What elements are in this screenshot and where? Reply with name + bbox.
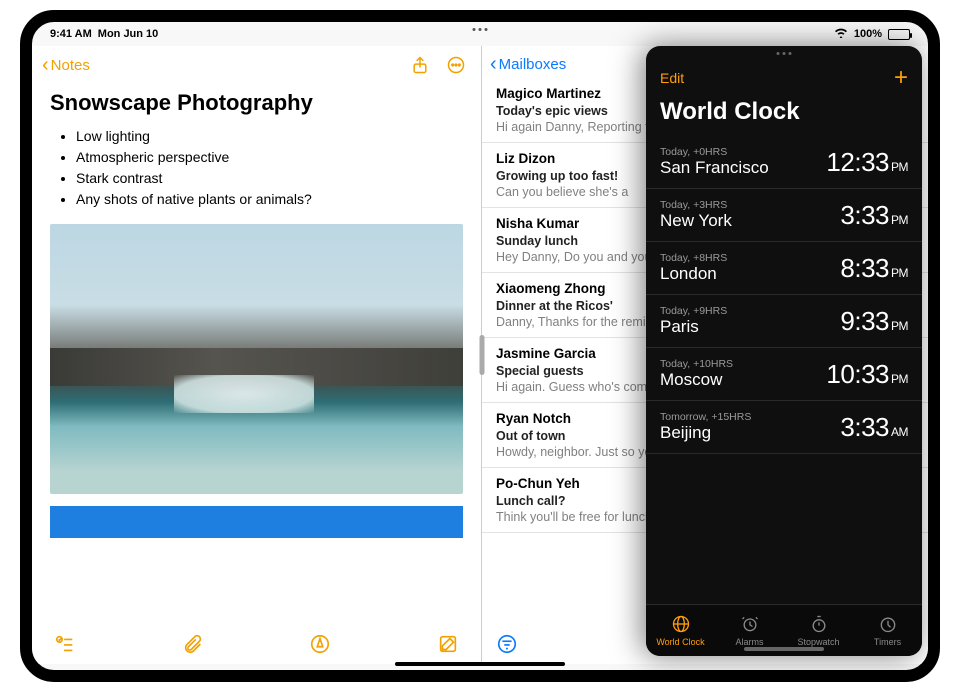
note-bullet-list: Low lighting Atmospheric perspective Sta… — [50, 126, 463, 210]
clock-row[interactable]: Today, +9HRS Paris 9:33PM — [646, 295, 922, 348]
clock-time: 8:33 — [840, 253, 889, 284]
note-bullet: Low lighting — [76, 126, 463, 147]
clock-ampm: PM — [891, 160, 908, 174]
clock-offset: Today, +9HRS — [660, 305, 727, 317]
clock-city: London — [660, 264, 727, 284]
note-content[interactable]: Snowscape Photography Low lighting Atmos… — [32, 80, 481, 624]
clock-offset: Today, +3HRS — [660, 199, 732, 211]
clock-city: Beijing — [660, 423, 751, 443]
tab-timers[interactable]: Timers — [853, 605, 922, 656]
tab-label: Timers — [874, 637, 901, 647]
ipad-frame: 9:41 AM Mon Jun 10 100% ‹ Notes — [20, 10, 940, 682]
clock-time: 3:33 — [840, 412, 889, 443]
notes-app-pane: ‹ Notes Snowscape Photography Low lighti… — [32, 46, 482, 664]
clock-city: Moscow — [660, 370, 733, 390]
checklist-icon[interactable] — [52, 631, 78, 657]
clock-time: 12:33 — [826, 147, 889, 178]
share-icon[interactable] — [409, 54, 431, 76]
notes-back-label: Notes — [51, 57, 90, 74]
split-divider-handle[interactable] — [480, 335, 485, 375]
mail-back-button[interactable]: ‹ Mailboxes — [490, 54, 566, 74]
tab-world-clock[interactable]: World Clock — [646, 605, 715, 656]
compose-icon[interactable] — [435, 631, 461, 657]
clock-slideover-panel: Edit + World Clock Today, +0HRS San Fran… — [646, 46, 922, 656]
note-bullet: Any shots of native plants or animals? — [76, 189, 463, 210]
clock-ampm: PM — [891, 266, 908, 280]
clock-offset: Today, +8HRS — [660, 252, 727, 264]
clock-ampm: PM — [891, 213, 908, 227]
multitask-dots-icon[interactable] — [473, 28, 488, 31]
slideover-home-indicator — [744, 647, 824, 651]
chevron-left-icon: ‹ — [42, 55, 49, 75]
note-image-continued — [50, 506, 463, 538]
clock-city: New York — [660, 211, 732, 231]
clock-city: Paris — [660, 317, 727, 337]
clock-city: San Francisco — [660, 158, 769, 178]
clock-row[interactable]: Tomorrow, +15HRS Beijing 3:33AM — [646, 401, 922, 454]
stopwatch-icon — [809, 614, 829, 634]
tab-label: World Clock — [656, 637, 704, 647]
mail-back-label: Mailboxes — [499, 56, 567, 73]
status-bar: 9:41 AM Mon Jun 10 100% — [32, 22, 928, 46]
alarm-icon — [740, 614, 760, 634]
clock-row[interactable]: Today, +10HRS Moscow 10:33PM — [646, 348, 922, 401]
clock-ampm: PM — [891, 319, 908, 333]
wifi-icon — [834, 27, 848, 41]
slideover-handle-icon[interactable] — [777, 52, 792, 55]
clock-ampm: PM — [891, 372, 908, 386]
tab-label: Stopwatch — [797, 637, 839, 647]
markup-icon[interactable] — [307, 631, 333, 657]
note-bullet: Atmospheric perspective — [76, 147, 463, 168]
clock-add-button[interactable]: + — [894, 66, 908, 90]
clock-ampm: AM — [891, 425, 908, 439]
clock-time: 9:33 — [840, 306, 889, 337]
clock-row[interactable]: Today, +8HRS London 8:33PM — [646, 242, 922, 295]
attachment-icon[interactable] — [180, 631, 206, 657]
note-bullet: Stark contrast — [76, 168, 463, 189]
note-title: Snowscape Photography — [50, 90, 463, 116]
mail-app-pane: ‹ Mailboxes Magico Martinez Today's epic… — [482, 46, 928, 664]
chevron-left-icon: ‹ — [490, 54, 497, 74]
status-time: 9:41 AM — [50, 28, 92, 40]
clock-offset: Today, +10HRS — [660, 358, 733, 370]
clock-time: 10:33 — [826, 359, 889, 390]
clock-title: World Clock — [646, 94, 922, 136]
notes-back-button[interactable]: ‹ Notes — [42, 55, 90, 75]
clock-offset: Tomorrow, +15HRS — [660, 411, 751, 423]
clock-edit-button[interactable]: Edit — [660, 70, 684, 86]
note-image[interactable] — [50, 224, 463, 494]
globe-icon — [671, 614, 691, 634]
battery-percent: 100% — [854, 28, 882, 40]
clock-row[interactable]: Today, +3HRS New York 3:33PM — [646, 189, 922, 242]
notes-toolbar — [32, 624, 481, 664]
clock-offset: Today, +0HRS — [660, 146, 769, 158]
clock-row[interactable]: Today, +0HRS San Francisco 12:33PM — [646, 136, 922, 189]
timer-icon — [878, 614, 898, 634]
filter-icon[interactable] — [496, 633, 518, 655]
battery-icon — [888, 29, 910, 40]
more-icon[interactable] — [445, 54, 467, 76]
clock-time: 3:33 — [840, 200, 889, 231]
split-view: ‹ Notes Snowscape Photography Low lighti… — [32, 46, 928, 664]
status-date: Mon Jun 10 — [98, 28, 159, 40]
tab-label: Alarms — [735, 637, 763, 647]
home-indicator[interactable] — [395, 662, 565, 666]
